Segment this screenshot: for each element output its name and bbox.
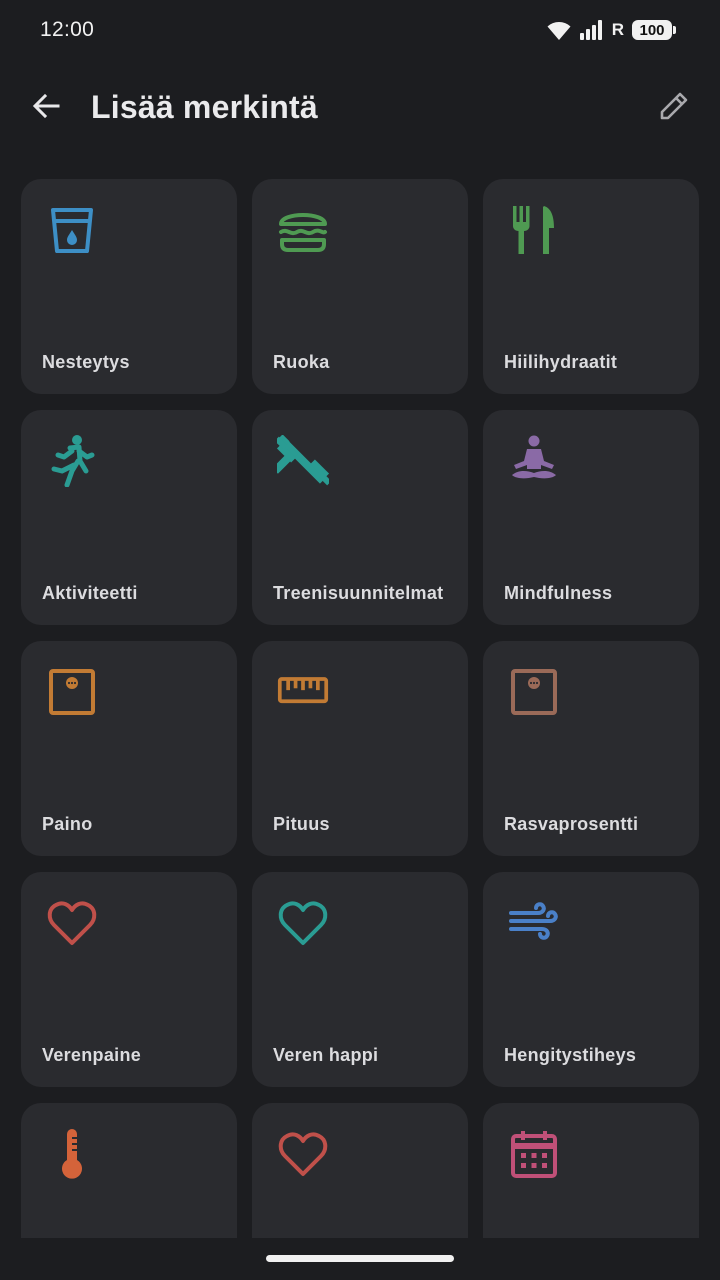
ruler-icon [277, 666, 329, 718]
tile-label: Mindfulness [504, 583, 613, 603]
scale-icon [46, 666, 98, 718]
dumbbell-icon [277, 435, 329, 487]
battery-icon: 100 [632, 20, 676, 40]
tile-body-fat[interactable]: Rasvaprosentti [483, 641, 699, 856]
tile-activity[interactable]: Aktiviteetti [21, 410, 237, 625]
meditation-icon [508, 435, 560, 487]
water-glass-icon [46, 204, 98, 256]
tile-respiratory-rate[interactable]: Hengitystiheys [483, 872, 699, 1087]
back-button[interactable] [22, 84, 70, 132]
tile-label: Ruoka [273, 352, 330, 372]
status-icons: R 100 [546, 18, 676, 42]
battery-level: 100 [639, 21, 665, 39]
tile-food[interactable]: Ruoka [252, 179, 468, 394]
heart-icon [277, 897, 329, 949]
tile-temperature[interactable] [21, 1103, 237, 1238]
tile-blood-pressure[interactable]: Verenpaine [21, 872, 237, 1087]
pencil-icon [657, 89, 691, 128]
tile-label: Nesteytys [42, 352, 130, 372]
entry-type-grid: Nesteytys Ruoka Hiilihydraatit Aktivitee… [21, 179, 699, 1238]
tile-label: Aktiviteetti [42, 583, 138, 603]
arrow-back-icon [30, 90, 62, 127]
wifi-icon [546, 19, 572, 41]
tile-mindfulness[interactable]: Mindfulness [483, 410, 699, 625]
signal-icon [579, 19, 610, 41]
tile-weight[interactable]: Paino [21, 641, 237, 856]
calendar-icon [508, 1128, 560, 1180]
tile-label: Hengitystiheys [504, 1045, 637, 1065]
running-icon [46, 435, 98, 487]
tile-carbs[interactable]: Hiilihydraatit [483, 179, 699, 394]
tile-workout-plans[interactable]: Treenisuunnitelmat [252, 410, 468, 625]
tile-label: Pituus [273, 814, 330, 834]
tile-blood-oxygen[interactable]: Veren happi [252, 872, 468, 1087]
page-title: Lisää merkintä [91, 89, 318, 125]
heart-icon [277, 1128, 329, 1180]
tile-calendar[interactable] [483, 1103, 699, 1238]
tile-label: Verenpaine [42, 1045, 142, 1065]
tile-label: Rasvaprosentti [504, 814, 639, 834]
status-time: 12:00 [40, 18, 95, 41]
home-indicator[interactable] [266, 1255, 454, 1262]
top-app-bar: Lisää merkintä [0, 70, 720, 146]
tile-label: Paino [42, 814, 93, 834]
thermometer-icon [46, 1128, 98, 1180]
roaming-label: R [611, 20, 624, 39]
edit-button[interactable] [650, 84, 698, 132]
fork-knife-icon [508, 204, 560, 256]
wind-icon [508, 897, 560, 949]
body-fat-scale-icon [508, 666, 560, 718]
tile-heart[interactable] [252, 1103, 468, 1238]
tile-label: Veren happi [273, 1045, 379, 1065]
burger-icon [277, 204, 329, 256]
heart-icon [46, 897, 98, 949]
tile-label: Treenisuunnitelmat [273, 583, 444, 603]
tile-hydration[interactable]: Nesteytys [21, 179, 237, 394]
tile-height[interactable]: Pituus [252, 641, 468, 856]
status-bar: 12:00 R 100 [0, 0, 720, 60]
tile-label: Hiilihydraatit [504, 352, 618, 372]
